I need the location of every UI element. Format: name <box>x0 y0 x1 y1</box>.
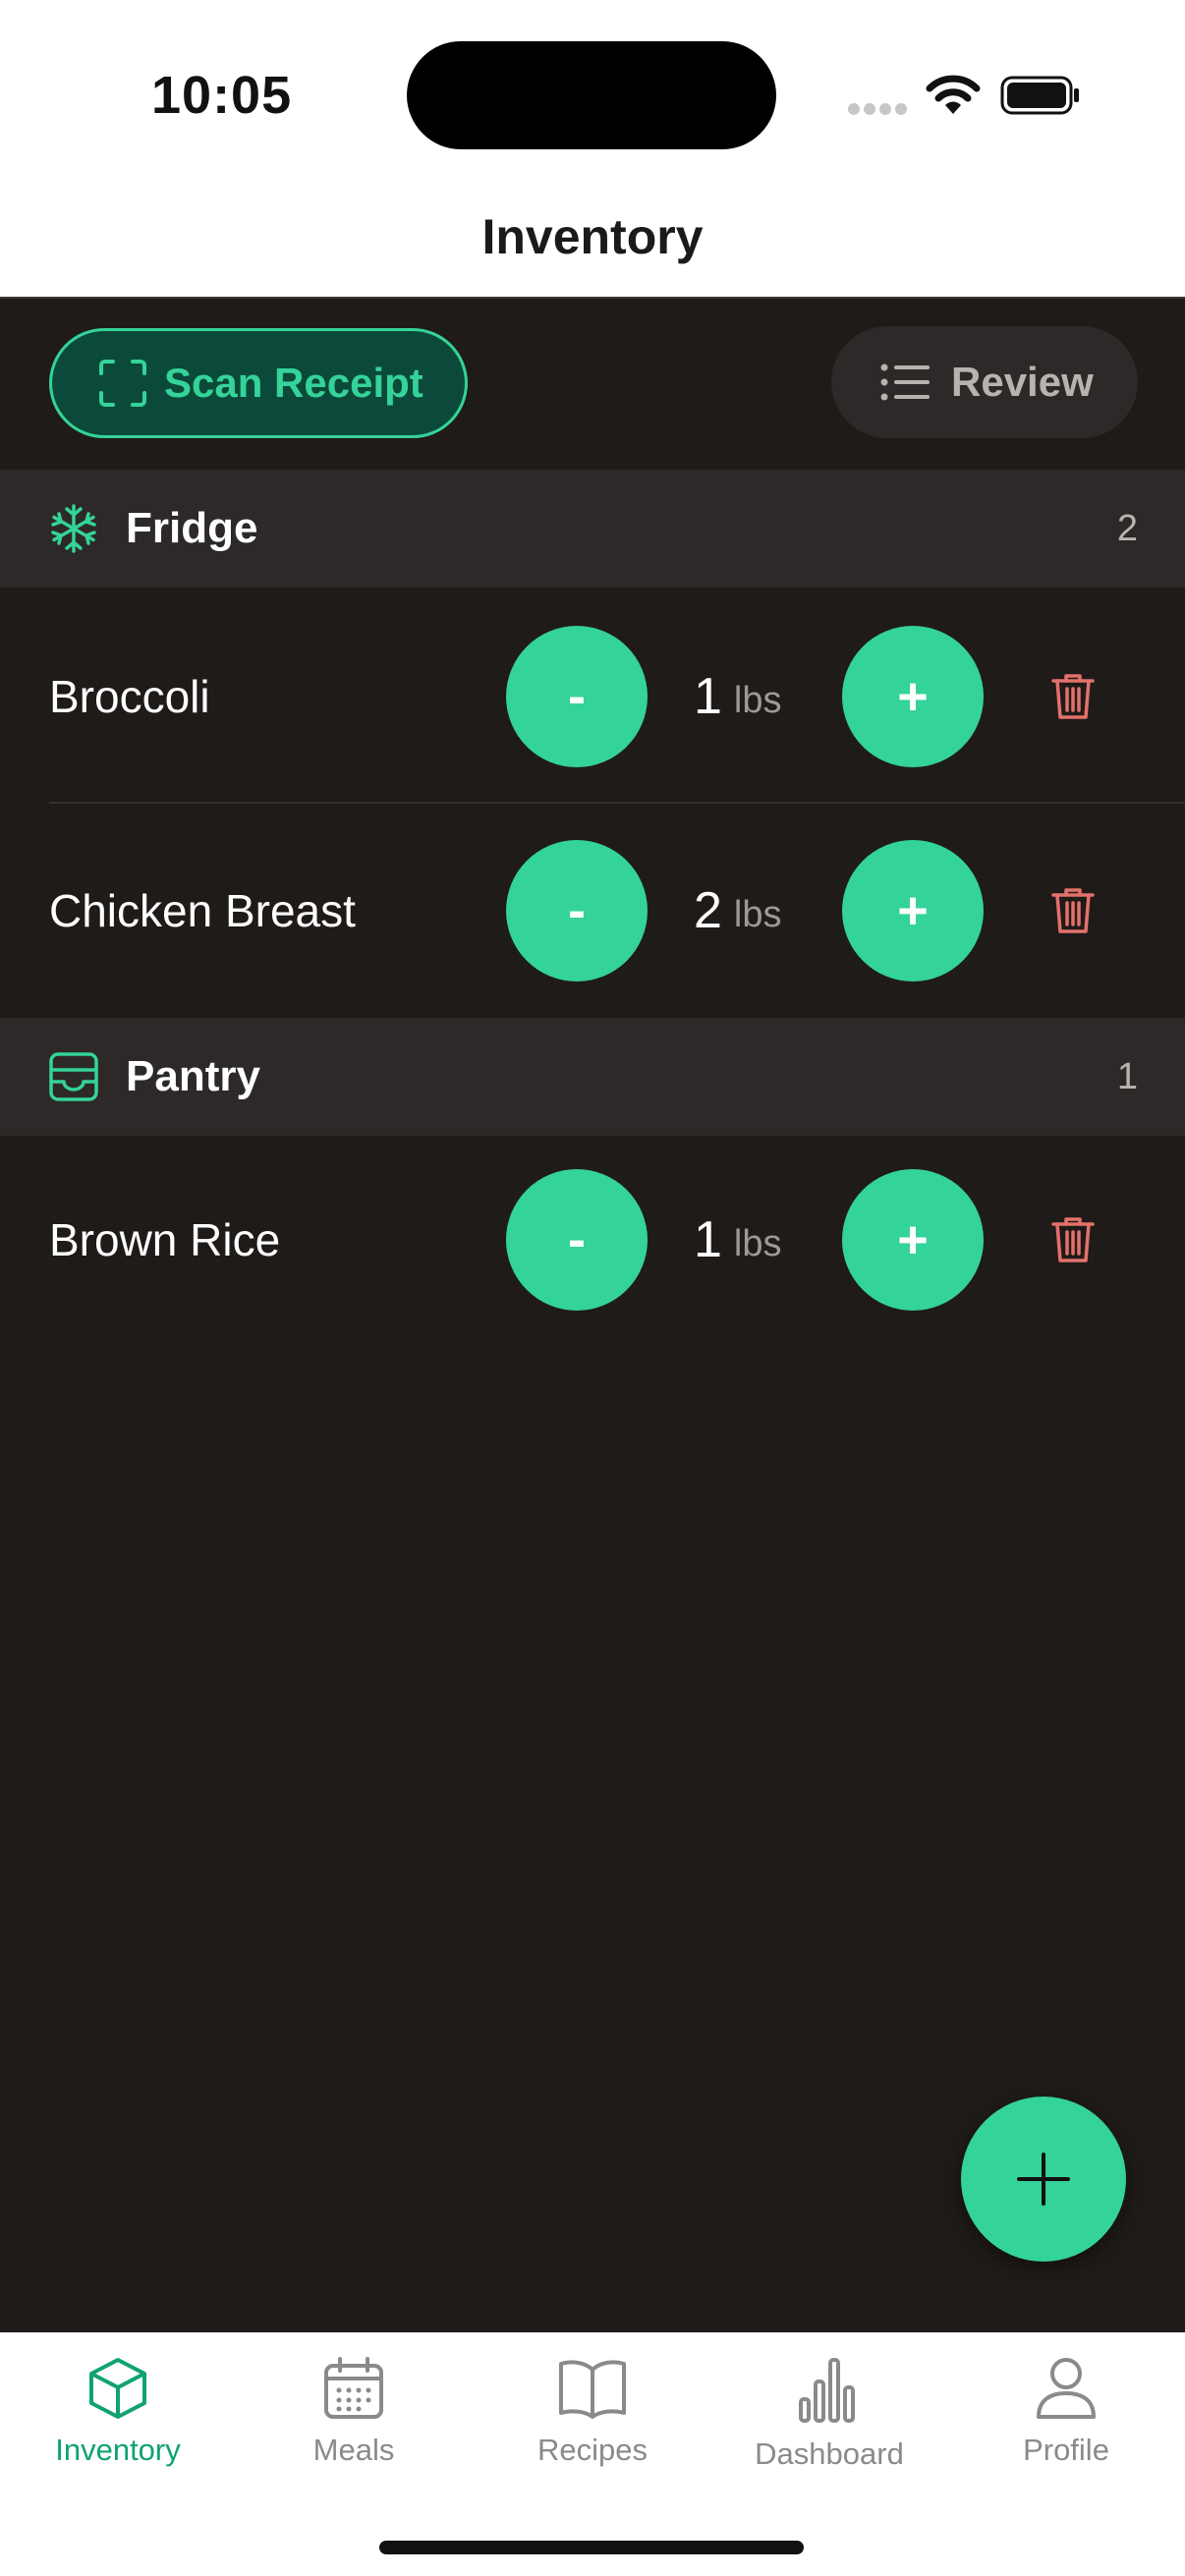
list-item: Chicken Breast - 2 lbs + <box>0 804 1185 1018</box>
quantity-value: 1 <box>694 668 722 725</box>
section-name: Pantry <box>126 1052 260 1100</box>
status-time: 10:05 <box>151 66 293 125</box>
home-indicator[interactable] <box>379 2541 804 2554</box>
tab-profile[interactable]: Profile <box>948 2332 1184 2499</box>
tab-recipes[interactable]: Recipes <box>475 2332 710 2499</box>
tab-meals[interactable]: Meals <box>236 2332 472 2499</box>
quantity-display: 2 lbs <box>694 804 782 1018</box>
bar-chart-icon <box>799 2358 855 2423</box>
header-divider <box>0 297 1185 299</box>
tab-label: Meals <box>312 2433 395 2467</box>
scan-receipt-button[interactable]: Scan Receipt <box>49 328 468 438</box>
quantity-value: 2 <box>694 882 722 939</box>
list-icon <box>880 364 930 401</box>
trash-icon[interactable] <box>1051 672 1095 721</box>
section-count: 2 <box>1116 507 1138 549</box>
scan-icon <box>99 360 146 407</box>
decrement-button[interactable]: - <box>506 1169 648 1311</box>
increment-button[interactable]: + <box>842 626 984 767</box>
tab-label: Recipes <box>537 2433 648 2467</box>
calendar-icon <box>324 2357 383 2419</box>
section-name: Fridge <box>126 504 258 552</box>
dynamic-island <box>407 41 776 149</box>
snowflake-icon <box>51 504 96 553</box>
tab-bar: Inventory Meals Recipes Dashboard Profil… <box>0 2332 1185 2576</box>
quantity-value: 1 <box>694 1211 722 1268</box>
tab-label: Dashboard <box>755 2436 904 2471</box>
quantity-unit: lbs <box>733 1222 782 1264</box>
item-name: Broccoli <box>49 671 210 722</box>
signal-icon <box>848 103 907 115</box>
decrement-button[interactable]: - <box>506 626 648 767</box>
wifi-icon <box>926 75 981 114</box>
quantity-display: 1 lbs <box>694 1133 782 1347</box>
cube-icon <box>89 2358 146 2419</box>
plus-icon <box>1017 2153 1070 2206</box>
person-icon <box>1037 2358 1096 2419</box>
decrement-button[interactable]: - <box>506 840 648 981</box>
section-header-pantry[interactable]: Pantry 1 <box>0 1018 1185 1136</box>
battery-icon <box>1000 76 1079 115</box>
tray-icon <box>49 1052 98 1101</box>
review-button[interactable]: Review <box>831 326 1138 438</box>
quantity-unit: lbs <box>733 679 782 721</box>
section-count: 1 <box>1116 1055 1138 1097</box>
page-title: Inventory <box>481 209 704 264</box>
trash-icon[interactable] <box>1051 886 1095 935</box>
tab-dashboard[interactable]: Dashboard <box>711 2332 947 2499</box>
quantity-display: 1 lbs <box>694 589 782 804</box>
tab-label: Inventory <box>55 2433 181 2467</box>
tab-label: Profile <box>1023 2433 1109 2467</box>
increment-button[interactable]: + <box>842 1169 984 1311</box>
increment-button[interactable]: + <box>842 840 984 981</box>
item-name: Chicken Breast <box>49 885 356 936</box>
section-header-fridge[interactable]: Fridge 2 <box>0 470 1185 588</box>
status-bar: 10:05 <box>0 0 1185 177</box>
item-name: Brown Rice <box>49 1214 281 1265</box>
book-icon <box>559 2360 626 2419</box>
tab-inventory[interactable]: Inventory <box>0 2332 236 2499</box>
list-item: Brown Rice - 1 lbs + <box>0 1133 1185 1347</box>
review-label: Review <box>951 359 1094 405</box>
quantity-unit: lbs <box>733 893 782 935</box>
add-item-button[interactable] <box>961 2097 1126 2262</box>
trash-icon[interactable] <box>1051 1215 1095 1264</box>
list-item: Broccoli - 1 lbs + <box>0 589 1185 804</box>
scan-receipt-label: Scan Receipt <box>164 360 423 406</box>
